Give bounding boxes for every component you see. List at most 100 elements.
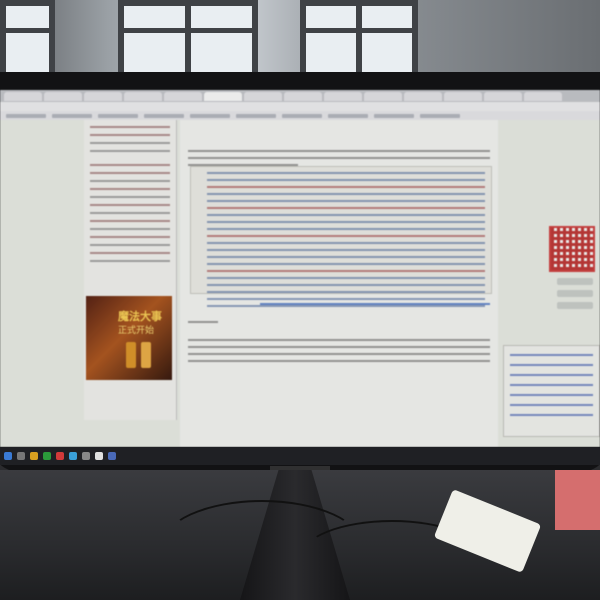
bookmarks-bar — [0, 111, 600, 120]
share-button[interactable] — [557, 290, 593, 297]
bookmark-item[interactable] — [6, 114, 46, 118]
window-center — [118, 0, 258, 78]
taskbar-app-icon[interactable] — [30, 452, 38, 460]
sidebar-text — [90, 260, 170, 262]
browser-tab[interactable] — [164, 92, 202, 101]
browser-tab[interactable] — [364, 92, 402, 101]
code-line — [207, 277, 485, 279]
related-link[interactable] — [510, 404, 593, 406]
bookmark-item[interactable] — [98, 114, 138, 118]
taskbar-app-icon[interactable] — [17, 452, 25, 460]
sidebar-text — [90, 196, 170, 198]
code-line — [207, 249, 485, 251]
sidebar-link[interactable] — [90, 134, 170, 136]
related-link[interactable] — [510, 374, 593, 376]
article-link[interactable] — [260, 303, 490, 305]
code-line — [207, 179, 485, 181]
sidebar-text — [90, 150, 170, 152]
browser-tab-active[interactable] — [204, 92, 242, 101]
related-link[interactable] — [510, 384, 593, 386]
windows-taskbar — [0, 447, 600, 465]
browser-tab[interactable] — [404, 92, 442, 101]
browser-tab[interactable] — [44, 92, 82, 101]
sidebar-link[interactable] — [90, 236, 170, 238]
sidebar-text — [90, 212, 170, 214]
browser-tab[interactable] — [4, 92, 42, 101]
article-paragraph — [188, 360, 490, 362]
sidebar-link[interactable] — [90, 188, 170, 190]
bookmark-item[interactable] — [144, 114, 184, 118]
browser-tab[interactable] — [524, 92, 562, 101]
code-line — [207, 193, 485, 195]
window-mullion — [185, 6, 191, 72]
taskbar-app-icon[interactable] — [82, 452, 90, 460]
address-bar[interactable] — [0, 102, 600, 111]
bookmark-item[interactable] — [282, 114, 322, 118]
bookmark-item[interactable] — [190, 114, 230, 118]
bookmark-item[interactable] — [420, 114, 460, 118]
window-left — [0, 0, 55, 78]
article-paragraph — [188, 346, 490, 348]
bookmark-item[interactable] — [236, 114, 276, 118]
browser-tab-strip[interactable] — [0, 90, 600, 102]
taskbar-app-icon[interactable] — [43, 452, 51, 460]
browser-tab[interactable] — [84, 92, 122, 101]
windows-logo-icon[interactable] — [4, 452, 12, 460]
related-link[interactable] — [510, 394, 593, 396]
sidebar-link[interactable] — [90, 172, 170, 174]
qr-code-icon — [549, 226, 595, 272]
taskbar-app-icon[interactable] — [95, 452, 103, 460]
code-line — [207, 291, 485, 293]
browser-tab[interactable] — [324, 92, 362, 101]
article-paragraph — [188, 339, 490, 341]
window-mullion — [356, 6, 362, 72]
share-button[interactable] — [557, 302, 593, 309]
code-line — [207, 284, 485, 286]
related-link[interactable] — [510, 414, 593, 416]
ad-subline: 正式开始 — [118, 326, 155, 336]
window-rail — [306, 28, 412, 33]
article-paragraph — [188, 353, 490, 355]
product-bottle-icon — [141, 342, 151, 368]
bookmark-item[interactable] — [328, 114, 368, 118]
right-sidebar — [503, 120, 600, 447]
sidebar-text — [90, 228, 170, 230]
browser-tab[interactable] — [284, 92, 322, 101]
sidebar-text — [90, 142, 170, 144]
related-link[interactable] — [510, 364, 593, 366]
taskbar-app-icon[interactable] — [108, 452, 116, 460]
bookmark-item[interactable] — [374, 114, 414, 118]
window-rail — [6, 28, 49, 33]
sidebar-text — [90, 180, 170, 182]
code-line — [207, 186, 485, 188]
related-link[interactable] — [510, 354, 593, 356]
sidebar-link[interactable] — [90, 252, 170, 254]
code-line — [207, 207, 485, 209]
browser-tab[interactable] — [124, 92, 162, 101]
share-button[interactable] — [557, 278, 593, 285]
sidebar-link[interactable] — [90, 164, 170, 166]
ad-banner[interactable]: 魔法大事 正式开始 — [86, 296, 172, 380]
browser-tab[interactable] — [244, 92, 282, 101]
window-rail — [124, 28, 252, 33]
browser-tab[interactable] — [484, 92, 522, 101]
product-bottle-icon — [126, 342, 136, 368]
sidebar-text — [90, 244, 170, 246]
bookmark-item[interactable] — [52, 114, 92, 118]
window-right — [300, 0, 418, 78]
code-line — [207, 256, 485, 258]
article-paragraph — [188, 150, 490, 152]
sidebar-link[interactable] — [90, 126, 170, 128]
code-line — [207, 214, 485, 216]
code-line — [207, 221, 485, 223]
monitor-screen: 魔法大事 正式开始 — [0, 90, 600, 447]
code-block — [190, 166, 492, 307]
web-page: 魔法大事 正式开始 — [0, 120, 600, 447]
code-line — [207, 228, 485, 230]
taskbar-app-icon[interactable] — [56, 452, 64, 460]
browser-tab[interactable] — [444, 92, 482, 101]
code-line — [207, 242, 485, 244]
taskbar-app-icon[interactable] — [69, 452, 77, 460]
sidebar-link[interactable] — [90, 204, 170, 206]
sidebar-link[interactable] — [90, 220, 170, 222]
